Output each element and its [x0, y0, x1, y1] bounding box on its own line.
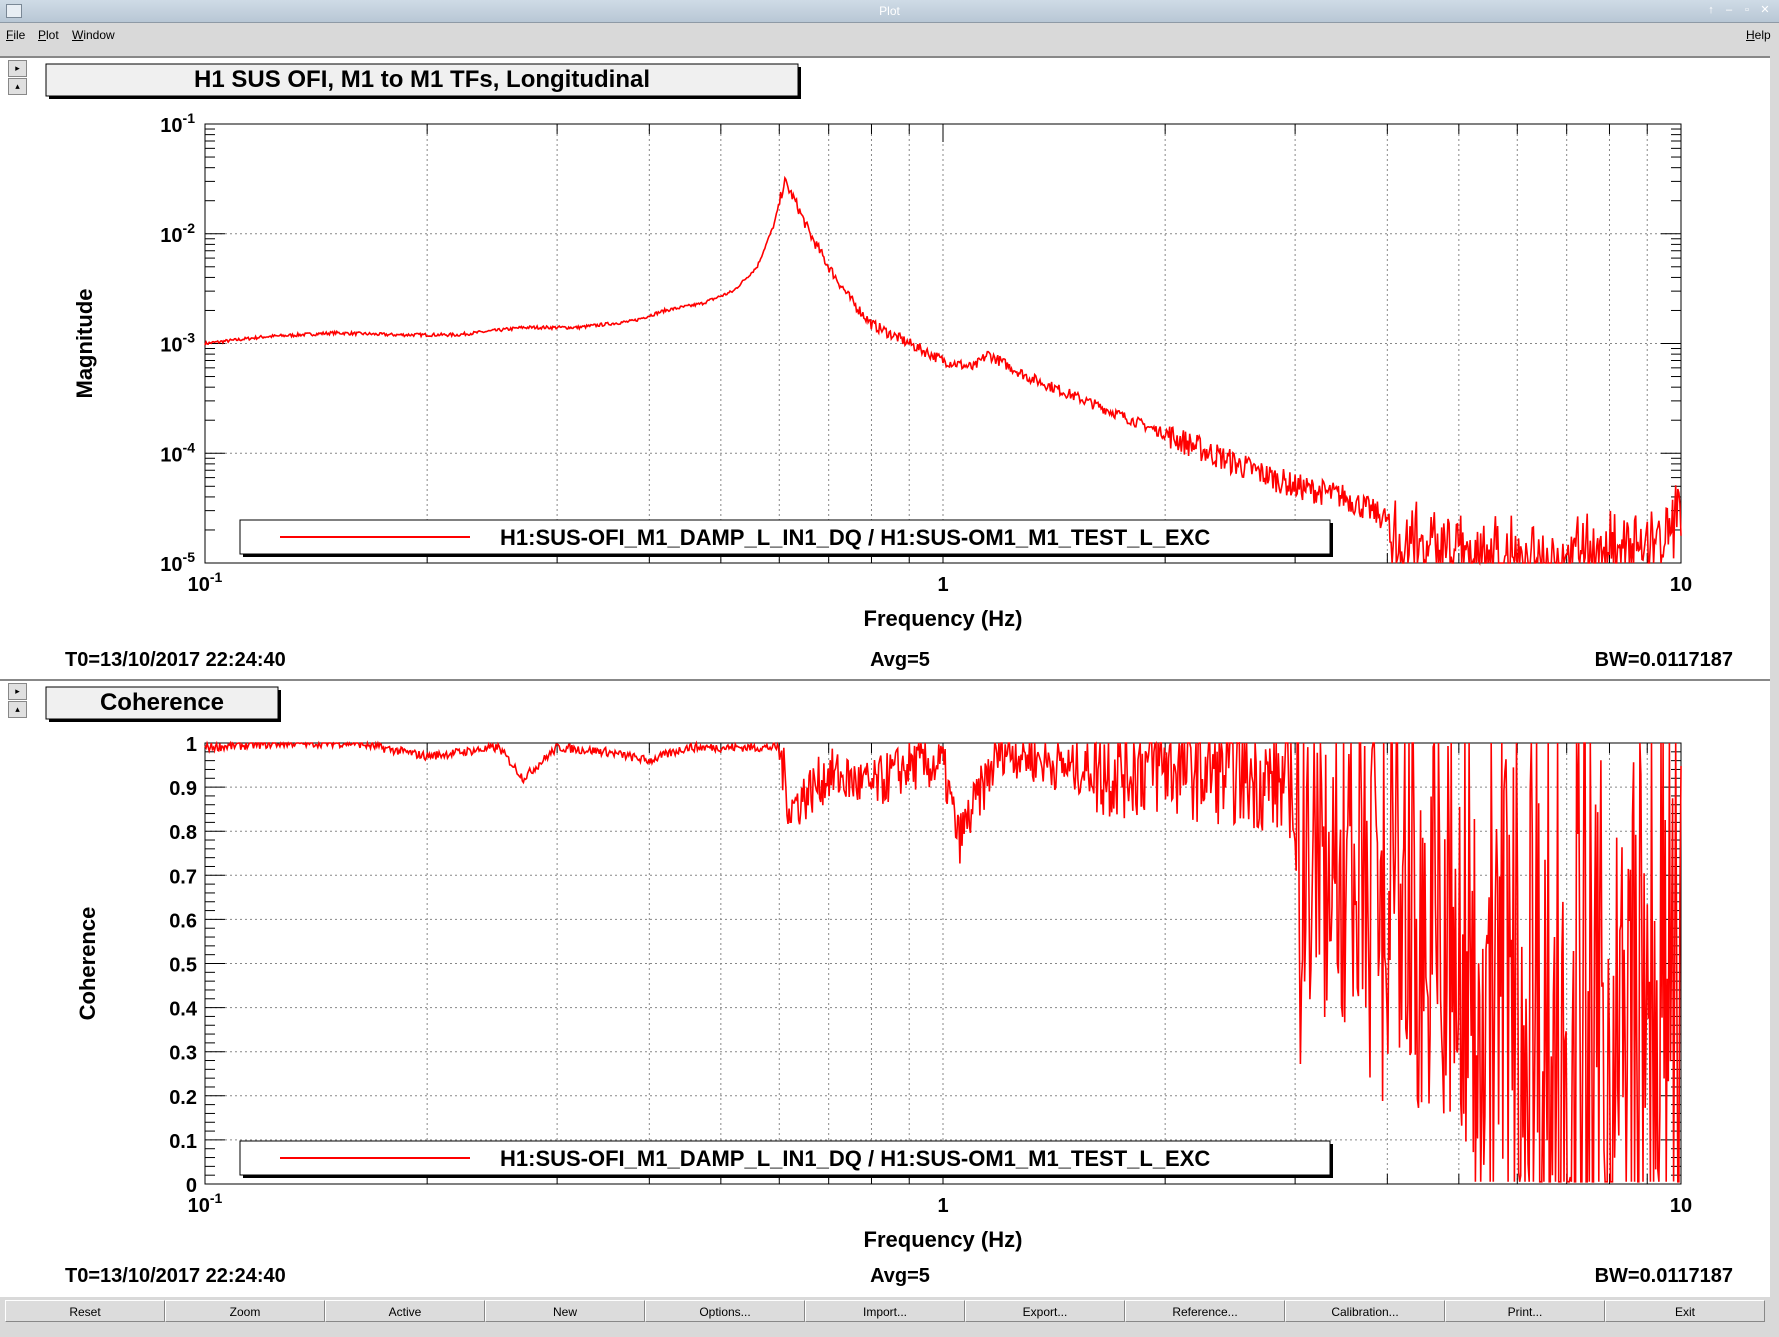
button-bar: Reset Zoom Active New Options... Import.… — [0, 1300, 1779, 1324]
y-axis-label: Magnitude — [72, 289, 97, 399]
y-tick-base: 10 — [160, 225, 182, 247]
footer-avg: Avg=5 — [870, 649, 930, 671]
coherence-panel: ▸ ▴ Coherence 10-1 1 10 0 0.1 0.2 0.3 0.4 0.5 0.6 0… — [0, 679, 1770, 1297]
x-tick-exponent: -1 — [210, 1190, 223, 1206]
calibration-button[interactable]: Calibration... — [1285, 1300, 1445, 1322]
y-tick-exponent: -2 — [183, 220, 196, 236]
menu-window[interactable]: Window — [72, 28, 115, 42]
y-tick-label: 0 — [186, 1175, 197, 1197]
x-tick-label: 10 — [1670, 1195, 1692, 1217]
y-tick-exponent: -5 — [183, 549, 196, 565]
menu-plot[interactable]: Plot — [38, 28, 59, 42]
chart-title-box: H1 SUS OFI, M1 to M1 TFs, Longitudinal — [45, 63, 801, 99]
x-tick-label: 1 — [937, 1195, 948, 1217]
y-tick-label: 0.8 — [169, 822, 197, 844]
y-tick-label: 0.6 — [169, 910, 197, 932]
magnitude-chart[interactable]: H1 SUS OFI, M1 to M1 TFs, Longitudinal 10… — [0, 58, 1770, 678]
chart-title-box: Coherence — [45, 686, 281, 722]
window-title: Plot — [879, 4, 900, 18]
y-tick-base: 10 — [160, 115, 182, 137]
new-button[interactable]: New — [485, 1300, 645, 1322]
menu-file[interactable]: File — [6, 28, 25, 42]
y-axis-label: Coherence — [75, 907, 100, 1021]
legend-entry: H1:SUS-OFI_M1_DAMP_L_IN1_DQ / H1:SUS-OM1… — [500, 525, 1210, 550]
reference-button[interactable]: Reference... — [1125, 1300, 1285, 1322]
x-tick-label: 10-1 — [188, 569, 223, 596]
footer-bw: BW=0.0117187 — [1595, 649, 1733, 671]
y-tick-base: 10 — [160, 554, 182, 576]
x-tick-base: 10 — [188, 1195, 210, 1217]
y-tick-label: 0.9 — [169, 778, 197, 800]
y-tick-label: 0.7 — [169, 866, 197, 888]
exit-button[interactable]: Exit — [1605, 1300, 1765, 1322]
y-tick-exponent: -1 — [183, 110, 196, 126]
window-up-icon[interactable]: ↑ — [1704, 3, 1718, 17]
y-tick-label: 10-1 — [160, 110, 195, 137]
y-tick-label: 0.5 — [169, 955, 197, 977]
y-tick-exponent: -3 — [183, 330, 196, 346]
footer-t0: T0=13/10/2017 22:24:40 — [65, 1265, 286, 1287]
zoom-button[interactable]: Zoom — [165, 1300, 325, 1322]
footer-t0: T0=13/10/2017 22:24:40 — [65, 649, 286, 671]
export-button[interactable]: Export... — [965, 1300, 1125, 1322]
legend: H1:SUS-OFI_M1_DAMP_L_IN1_DQ / H1:SUS-OM1… — [239, 519, 1333, 557]
y-tick-label: 10-3 — [160, 330, 195, 357]
x-axis-label: Frequency (Hz) — [864, 1227, 1023, 1252]
magnitude-panel: ▸ ▴ H1 SUS OFI, M1 to M1 TFs, Longitudin… — [0, 56, 1770, 680]
y-tick-label: 0.4 — [169, 999, 198, 1021]
chart-title: H1 SUS OFI, M1 to M1 TFs, Longitudinal — [194, 66, 650, 93]
y-tick-label: 0.1 — [169, 1131, 197, 1153]
y-tick-base: 10 — [160, 335, 182, 357]
window-close-icon[interactable]: ✕ — [1758, 3, 1772, 17]
x-tick-base: 1 — [937, 574, 948, 596]
x-tick-label: 10 — [1670, 574, 1692, 596]
y-tick-label: 0.2 — [169, 1087, 197, 1109]
y-tick-label: 10-4 — [160, 439, 195, 466]
footer-bw: BW=0.0117187 — [1595, 1265, 1733, 1287]
menu-bar: File Plot Window Help — [0, 23, 1779, 45]
x-tick-base: 10 — [1670, 1195, 1692, 1217]
window-maximize-icon[interactable]: ▫ — [1740, 3, 1754, 17]
options-button[interactable]: Options... — [645, 1300, 805, 1322]
chart-title: Coherence — [100, 689, 224, 716]
print-button[interactable]: Print... — [1445, 1300, 1605, 1322]
y-tick-label: 1 — [186, 734, 197, 756]
coherence-chart[interactable]: Coherence10-1 1 1000.10.20.30.40.50.60.70.… — [0, 681, 1770, 1295]
menu-help[interactable]: Help — [1746, 28, 1771, 42]
x-tick-base: 1 — [937, 1195, 948, 1217]
y-tick-exponent: -4 — [183, 439, 196, 455]
window-titlebar: Plot ↑ ‒ ▫ ✕ — [0, 0, 1779, 23]
import-button[interactable]: Import... — [805, 1300, 965, 1322]
y-tick-label: 10-2 — [160, 220, 195, 247]
y-tick-label: 10-5 — [160, 549, 195, 576]
reset-button[interactable]: Reset — [5, 1300, 165, 1322]
window-minimize-icon[interactable]: ‒ — [1722, 3, 1736, 17]
x-tick-base: 10 — [1670, 574, 1692, 596]
legend-entry: H1:SUS-OFI_M1_DAMP_L_IN1_DQ / H1:SUS-OM1… — [500, 1146, 1210, 1171]
y-tick-label: 0.3 — [169, 1043, 197, 1065]
y-tick-base: 10 — [160, 444, 182, 466]
active-button[interactable]: Active — [325, 1300, 485, 1322]
footer-avg: Avg=5 — [870, 1265, 930, 1287]
legend: H1:SUS-OFI_M1_DAMP_L_IN1_DQ / H1:SUS-OM1… — [239, 1140, 1333, 1178]
x-tick-exponent: -1 — [210, 569, 223, 585]
x-axis-label: Frequency (Hz) — [864, 606, 1023, 631]
x-tick-base: 10 — [188, 574, 210, 596]
x-tick-label: 1 — [937, 574, 948, 596]
